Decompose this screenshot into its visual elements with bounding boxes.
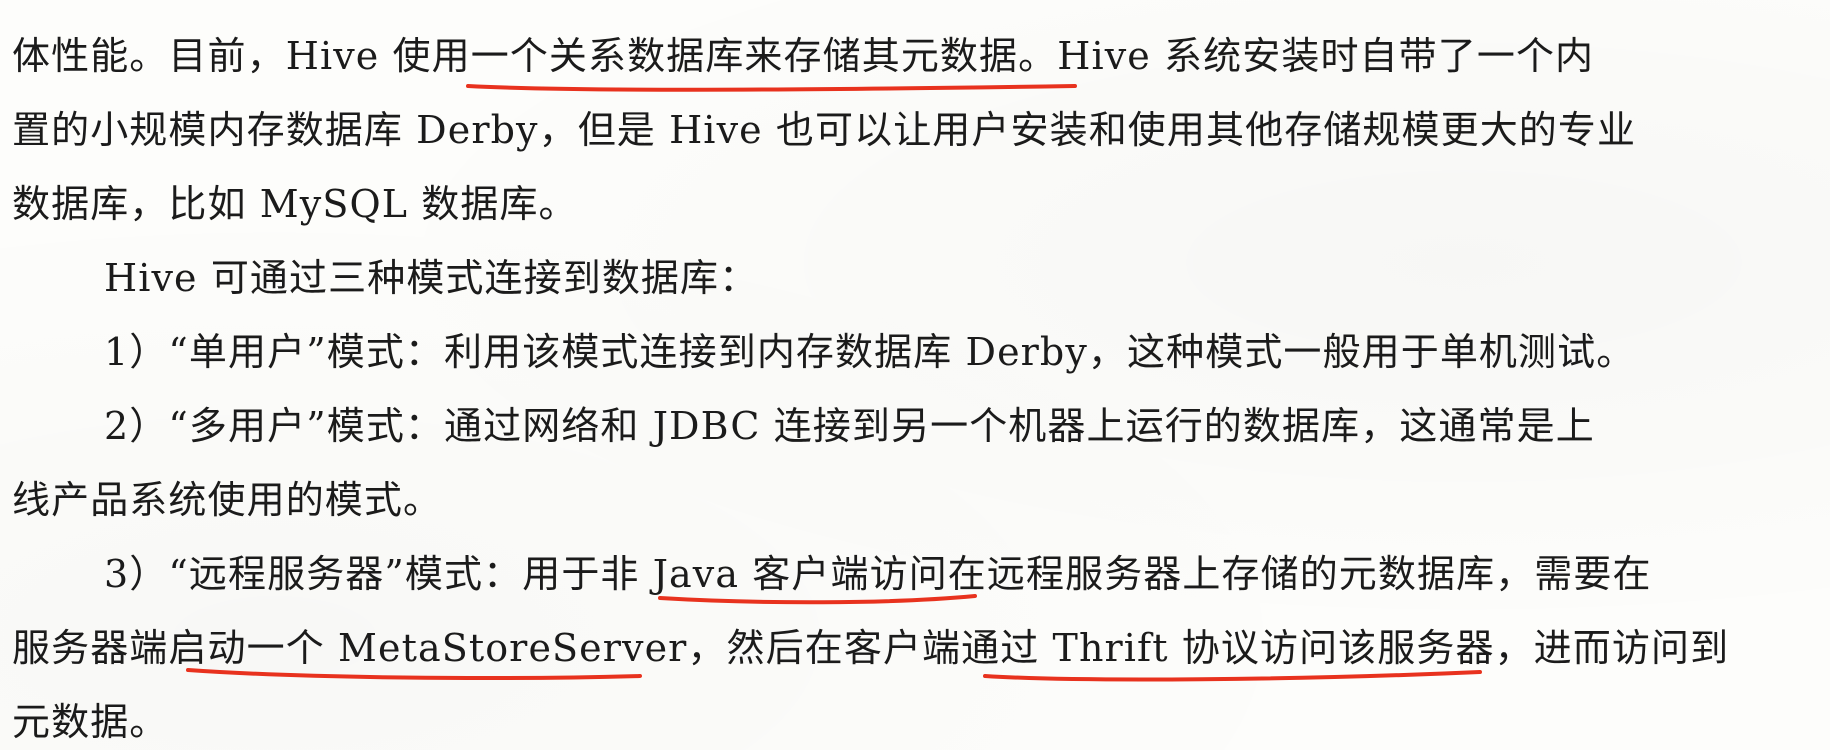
text-line-3: 数据库，比如 MySQL 数据库。 bbox=[12, 182, 578, 226]
text-line-2: 置的小规模内存数据库 Derby，但是 Hive 也可以让用户安装和使用其他存储… bbox=[12, 108, 1637, 152]
text-line-9: 服务器端启动一个 MetaStoreServer，然后在客户端通过 Thrift… bbox=[12, 626, 1730, 670]
text-line-4: Hive 可通过三种模式连接到数据库： bbox=[104, 256, 759, 300]
text-line-5: 1）“单用户”模式：利用该模式连接到内存数据库 Derby，这种模式一般用于单机… bbox=[104, 330, 1636, 374]
text-line-7: 线产品系统使用的模式。 bbox=[12, 478, 443, 522]
text-line-6: 2）“多用户”模式：通过网络和 JDBC 连接到另一个机器上运行的数据库，这通常… bbox=[104, 404, 1595, 448]
text-line-8: 3）“远程服务器”模式：用于非 Java 客户端访问在远程服务器上存储的元数据库… bbox=[104, 552, 1652, 596]
scanned-book-page: 体性能。目前，Hive 使用一个关系数据库来存储其元数据。Hive 系统安装时自… bbox=[0, 0, 1830, 750]
text-line-1: 体性能。目前，Hive 使用一个关系数据库来存储其元数据。Hive 系统安装时自… bbox=[12, 34, 1595, 78]
text-line-10: 元数据。 bbox=[12, 700, 169, 744]
underline-relational-db bbox=[466, 84, 1077, 92]
